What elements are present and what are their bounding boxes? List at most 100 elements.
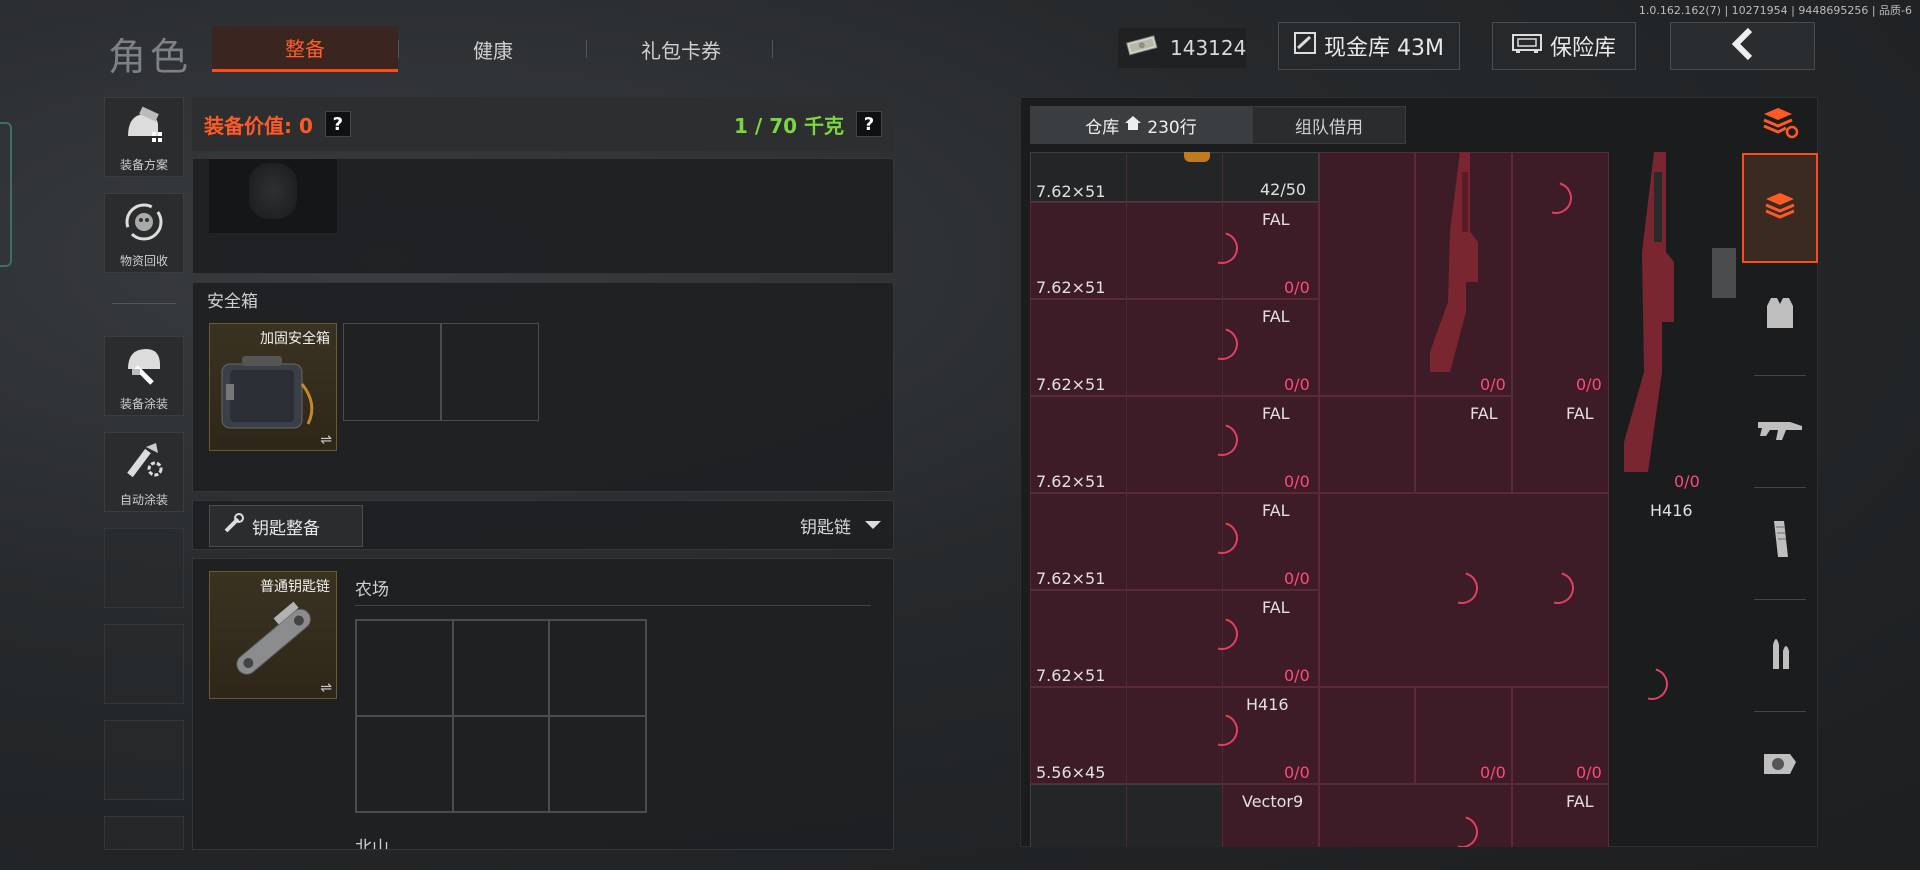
category-attachments[interactable] xyxy=(1742,715,1818,815)
weapon-count-value: 0/0 xyxy=(1576,763,1602,782)
money-amount: 143124 xyxy=(1170,36,1247,60)
tab-loadout[interactable]: 整备 xyxy=(212,26,398,72)
home-icon xyxy=(1125,115,1142,135)
ammo-caliber: 7.62×51 xyxy=(1036,278,1106,297)
cash-stack-icon xyxy=(1126,33,1160,64)
safebox-item-name: 加固安全箱 xyxy=(260,331,330,347)
rifle-silhouette-icon xyxy=(1614,152,1694,486)
layers-refresh-icon xyxy=(1760,106,1800,144)
weapon-count-value: 0/0 xyxy=(1480,375,1506,394)
tab-team-borrow[interactable]: 组队借用 xyxy=(1252,106,1406,144)
key-cell[interactable] xyxy=(452,716,550,812)
cash-vault-button[interactable]: 现金库 43M xyxy=(1278,22,1460,70)
key-cell[interactable] xyxy=(356,620,453,716)
weapon-count: 0/0 xyxy=(1284,278,1310,297)
weapon-count-value: 0/0 xyxy=(1674,472,1700,491)
weapon-item-cell[interactable] xyxy=(1319,784,1512,847)
vault-icon xyxy=(1294,32,1316,60)
weapon-item-cell[interactable] xyxy=(1319,396,1415,493)
key-cell[interactable] xyxy=(549,716,646,812)
tab-divider xyxy=(398,40,399,58)
weapon-name: FAL xyxy=(1262,210,1290,229)
equipment-paint-button[interactable]: 装备涂装 xyxy=(104,336,184,416)
category-all[interactable] xyxy=(1742,153,1818,263)
warehouse-scrollbar[interactable] xyxy=(1712,248,1736,298)
money-display: 143124 xyxy=(1118,28,1246,68)
scope-icon xyxy=(1760,746,1800,784)
warehouse-tabs: 仓库 230行 组队借用 xyxy=(1030,106,1406,144)
weapon-count: 0/0 xyxy=(1284,569,1310,588)
empty-menu-slot xyxy=(104,816,184,850)
value-help-button[interactable]: ? xyxy=(324,111,351,137)
auto-paint-button[interactable]: 自动涂装 xyxy=(104,432,184,512)
equipment-paint-label: 装备涂装 xyxy=(119,397,168,411)
swap-icon[interactable]: ⇌ xyxy=(320,680,332,696)
equipment-slot[interactable] xyxy=(209,159,337,233)
key-cell[interactable] xyxy=(549,620,646,716)
empty-menu-slot xyxy=(104,720,184,800)
rifle-icon xyxy=(1756,412,1804,446)
helmet-gear-icon xyxy=(122,106,166,150)
key-cell[interactable] xyxy=(452,620,550,716)
helmet-brush-icon xyxy=(122,345,166,389)
empty-menu-slot xyxy=(104,528,184,608)
weapon-item-cell[interactable] xyxy=(1319,687,1415,784)
category-divider xyxy=(1754,375,1806,376)
loading-spinner-icon xyxy=(1630,662,1674,706)
weapon-name: FAL xyxy=(1262,501,1290,520)
storage-row-count: 230行 xyxy=(1147,117,1197,138)
keychain-tool-icon xyxy=(218,596,328,690)
weight-help-button[interactable]: ? xyxy=(856,111,882,137)
tab-storage[interactable]: 仓库 230行 xyxy=(1030,106,1252,144)
weapon-name: H416 xyxy=(1650,501,1693,520)
rifle-silhouette-icon xyxy=(1420,152,1500,386)
side-drawer-handle[interactable] xyxy=(0,122,12,267)
storage-cell[interactable] xyxy=(343,323,441,421)
armor-silhouette xyxy=(249,163,297,219)
vest-icon xyxy=(1765,296,1795,334)
recycle-icon xyxy=(122,202,166,246)
sort-refresh-button[interactable] xyxy=(1742,97,1818,153)
ammo-caliber: 7.62×51 xyxy=(1036,472,1106,491)
back-button[interactable] xyxy=(1670,22,1815,70)
loadout-plan-button[interactable]: 装备方案 xyxy=(104,97,184,177)
category-ammo[interactable] xyxy=(1742,603,1818,703)
storage-cell[interactable] xyxy=(441,323,539,421)
tab-gift-cards[interactable]: 礼包卡券 xyxy=(588,26,774,72)
category-armor[interactable] xyxy=(1742,265,1818,365)
tab-divider xyxy=(586,40,587,58)
ammo-box-icon xyxy=(1184,152,1210,162)
weapon-name: H416 xyxy=(1246,695,1289,714)
weapon-count-value: 0/0 xyxy=(1284,763,1310,782)
key-cell[interactable] xyxy=(356,716,453,812)
swap-icon[interactable]: ⇌ xyxy=(320,432,332,448)
keychain-dropdown[interactable]: 钥匙链 xyxy=(800,513,883,538)
category-magazines[interactable] xyxy=(1742,491,1818,591)
keychain-item-slot[interactable]: 普通钥匙链 ⇌ xyxy=(209,571,337,699)
category-weapons[interactable] xyxy=(1742,379,1818,479)
safe-vault-button[interactable]: 保险库 xyxy=(1492,22,1636,70)
weapon-item-cell[interactable] xyxy=(1319,152,1415,396)
weapon-name: FAL xyxy=(1262,307,1290,326)
layers-icon xyxy=(1762,189,1798,227)
weapon-item-cell[interactable] xyxy=(1512,784,1609,847)
weapon-name: FAL xyxy=(1262,598,1290,617)
safebox-item-slot[interactable]: 加固安全箱 ⇌ xyxy=(209,323,337,451)
weapon-count-value: 0/0 xyxy=(1284,375,1310,394)
page-title: 角色 xyxy=(108,35,193,79)
weapon-count-value: 0/0 xyxy=(1284,569,1310,588)
recycle-button[interactable]: 物资回收 xyxy=(104,193,184,273)
map-farm-label: 农场 xyxy=(355,580,389,600)
auto-paint-icon xyxy=(122,441,166,485)
weapon-count-value: 0/0 xyxy=(1284,278,1310,297)
tab-health[interactable]: 健康 xyxy=(400,26,586,72)
menu-divider xyxy=(112,303,176,304)
version-text: 1.0.162.162(7) | 10271954 | 9448695256 |… xyxy=(1638,4,1912,17)
ammo-caliber: 7.62×51 xyxy=(1036,375,1106,394)
back-arrow-icon xyxy=(1726,27,1760,65)
weapon-count: 0/0 xyxy=(1576,763,1602,782)
keychain-panel: 普通钥匙链 ⇌ 农场 北山 xyxy=(192,558,894,850)
weapon-count: 0/0 xyxy=(1284,375,1310,394)
key-loadout-button[interactable]: 钥匙整备 xyxy=(209,505,363,547)
chevron-down-icon xyxy=(863,516,883,535)
